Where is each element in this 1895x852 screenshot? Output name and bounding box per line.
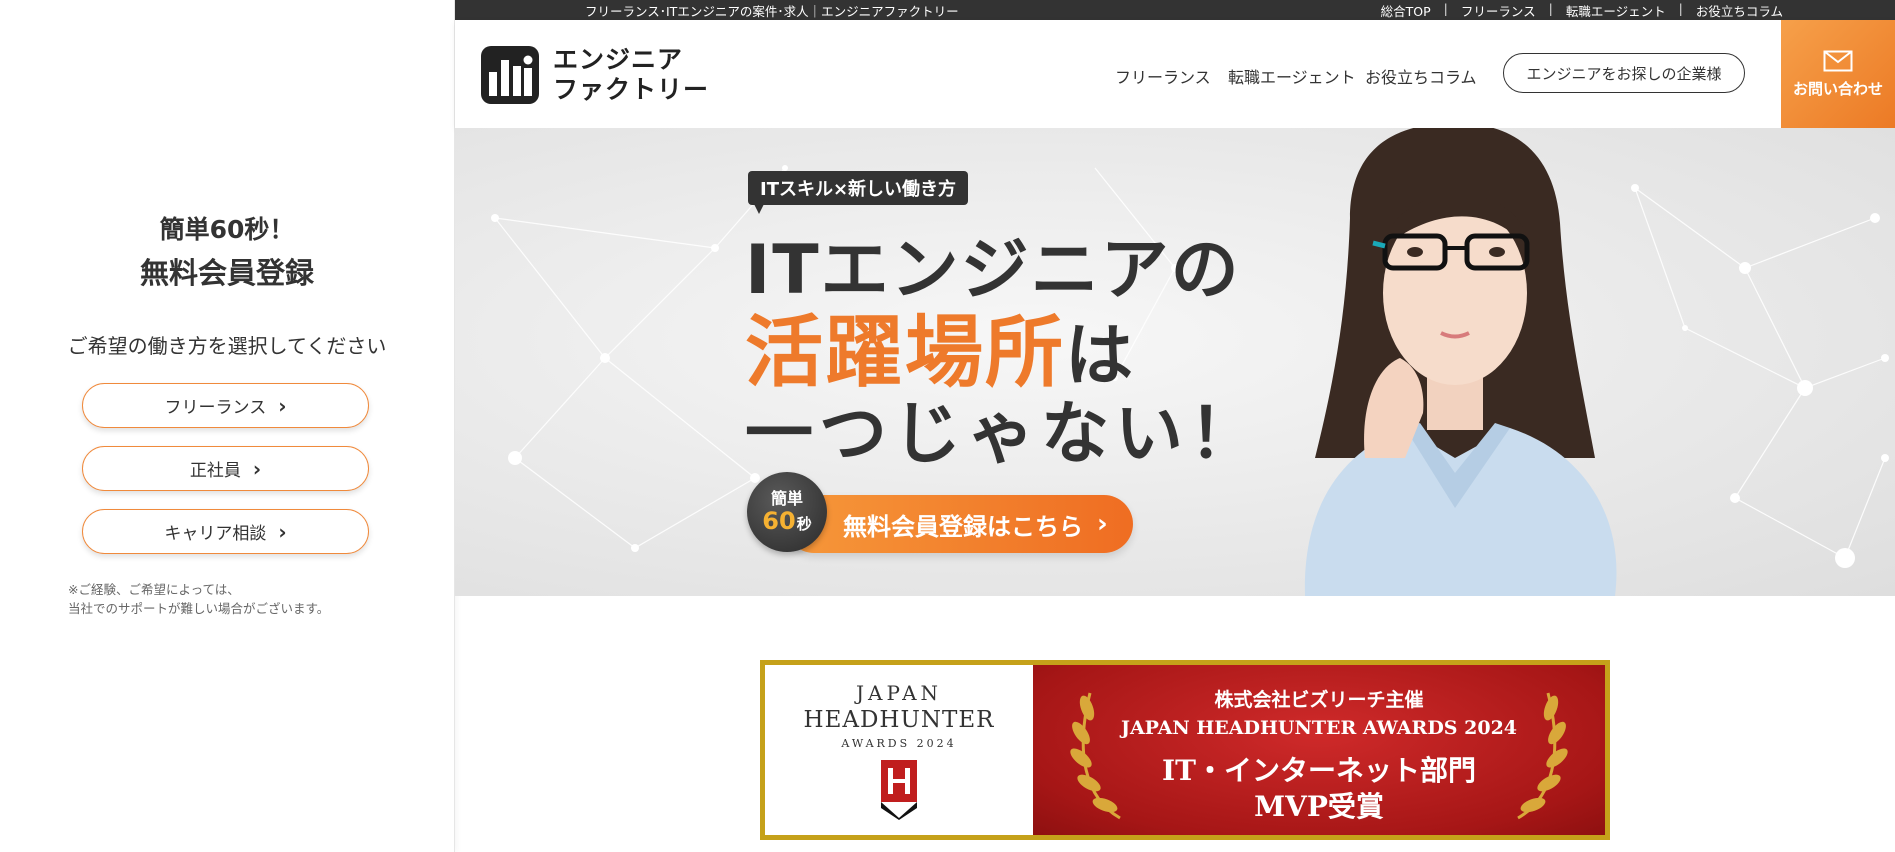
site-header: エンジニア ファクトリー フリーランス 転職エージェント お役立ちコラム エンジ… — [455, 20, 1895, 128]
freelance-signup-label: フリーランス — [164, 398, 267, 418]
award-banner[interactable]: JAPAN HEADHUNTER AWARDS 2024 株式会社ビズリーチ主催… — [760, 660, 1610, 840]
badge-unit: 秒 — [796, 515, 812, 533]
award-detail-panel: 株式会社ビズリーチ主催 JAPAN HEADHUNTER AWARDS 2024… — [1033, 665, 1605, 835]
top-link-separator: | — [1443, 1, 1448, 16]
contact-button[interactable]: お問い合わせ — [1781, 20, 1895, 128]
fulltime-signup-label: 正社員 — [189, 461, 241, 481]
support-note: ※ご経験、ご希望によっては、 当社でのサポートが難しい場合がございます。 — [68, 580, 329, 618]
top-bar: フリーランス･ITエンジニアの案件･求人｜エンジニアファクトリー 総合TOP |… — [455, 0, 1895, 20]
sixty-seconds-badge: 簡単 60 秒 — [747, 472, 827, 552]
career-consult-button[interactable]: キャリア相談 › — [82, 509, 369, 554]
logo-line2: ファクトリー — [553, 75, 710, 104]
top-links: 総合TOP | フリーランス | 転職エージェント | お役立ちコラム — [1381, 1, 1783, 20]
logo-wordmark: エンジニア ファクトリー — [553, 45, 709, 105]
award-organizer: 株式会社ビズリーチ主催 — [1214, 689, 1424, 711]
free-registration-cta-button[interactable]: 無料会員登録はこちら › — [785, 495, 1133, 553]
top-link-separator: | — [1548, 1, 1553, 16]
chevron-right-icon: › — [278, 393, 287, 418]
career-consult-label: キャリア相談 — [164, 524, 267, 544]
engineer-factory-logo — [481, 46, 539, 104]
contact-label: お問い合わせ — [1792, 79, 1883, 98]
nav-column[interactable]: お役立ちコラム — [1365, 64, 1477, 88]
nav-agent[interactable]: 転職エージェント — [1228, 64, 1356, 88]
top-link-agent[interactable]: 転職エージェント — [1566, 1, 1666, 20]
support-note-line2: 当社でのサポートが難しい場合がございます。 — [68, 601, 330, 616]
award-logo-line1: JAPAN — [855, 680, 943, 705]
award-logo-line2: HEADHUNTER — [803, 706, 995, 733]
award-logo-line3: AWARDS 2024 — [841, 736, 957, 750]
chevron-right-icon: › — [1097, 509, 1108, 539]
logo-line1: エンジニア — [553, 45, 684, 74]
badge-number: 60 — [762, 507, 796, 535]
top-link-column[interactable]: お役立ちコラム — [1696, 1, 1783, 20]
hero-tag: ITスキル×新しい働き方 — [748, 171, 969, 214]
top-link-home[interactable]: 総合TOP — [1381, 1, 1431, 20]
award-category: IT・インターネット部門 — [1162, 754, 1476, 787]
cta-label: 無料会員登録はこちら — [843, 512, 1083, 541]
top-link-separator: | — [1678, 1, 1683, 16]
hero-person-image — [1304, 128, 1617, 596]
site-logo[interactable]: エンジニア ファクトリー — [481, 45, 709, 105]
freelance-signup-button[interactable]: フリーランス › — [82, 383, 369, 428]
fulltime-signup-button[interactable]: 正社員 › — [82, 446, 369, 491]
signup-title-line1: 簡単60秒！ — [159, 215, 295, 244]
top-link-freelance[interactable]: フリーランス — [1461, 1, 1536, 20]
hero-heading-line3: 一つじゃない！ — [745, 395, 1264, 474]
signup-side-panel: 簡単60秒！ 無料会員登録 ご希望の働き方を選択してください フリーランス › … — [0, 0, 455, 852]
award-logo-panel: JAPAN HEADHUNTER AWARDS 2024 — [765, 665, 1033, 835]
enterprise-button[interactable]: エンジニアをお探しの企業様 — [1503, 53, 1745, 93]
award-emblem-icon — [881, 759, 917, 820]
network-background — [491, 165, 1889, 568]
site-tagline: フリーランス･ITエンジニアの案件･求人｜エンジニアファクトリー — [585, 4, 959, 19]
support-note-line1: ※ご経験、ご希望によっては、 — [68, 582, 240, 597]
chevron-right-icon: › — [278, 519, 287, 544]
envelope-icon — [1823, 50, 1853, 71]
chevron-right-icon: › — [252, 456, 262, 481]
signup-title-line2: 無料会員登録 — [139, 256, 314, 290]
badge-duration: 60 秒 — [762, 508, 811, 534]
work-style-instruction: ご希望の働き方を選択してください — [67, 334, 387, 358]
hero-banner: ITスキル×新しい働き方 ITエンジニアの 活躍場所は 一つじゃない！ 無料会員… — [455, 128, 1895, 596]
award-name: JAPAN HEADHUNTER AWARDS 2024 — [1120, 717, 1518, 739]
badge-label: 簡単 — [770, 489, 803, 508]
nav-freelance[interactable]: フリーランス — [1115, 64, 1211, 88]
award-result: MVP受賞 — [1254, 790, 1384, 823]
